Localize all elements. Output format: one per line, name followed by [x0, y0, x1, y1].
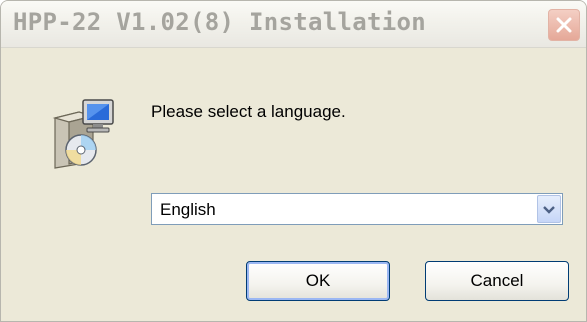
language-select-value: English — [160, 200, 216, 219]
close-button[interactable] — [548, 9, 580, 41]
installer-dialog: HPP-22 V1.02(8) Installation Please sele… — [0, 0, 587, 322]
title-bar[interactable]: HPP-22 V1.02(8) Installation — [1, 1, 586, 48]
dialog-body: Please select a language. English OK Can… — [1, 48, 586, 321]
language-prompt: Please select a language. — [151, 102, 346, 121]
cancel-button[interactable]: Cancel — [425, 261, 569, 301]
chevron-down-icon — [543, 206, 555, 214]
ok-button[interactable]: OK — [246, 261, 390, 301]
close-icon — [556, 17, 572, 33]
dropdown-button[interactable] — [537, 195, 561, 223]
language-select[interactable]: English — [151, 193, 563, 225]
setup-installer-icon — [52, 99, 114, 169]
window-title: HPP-22 V1.02(8) Installation — [13, 8, 426, 36]
